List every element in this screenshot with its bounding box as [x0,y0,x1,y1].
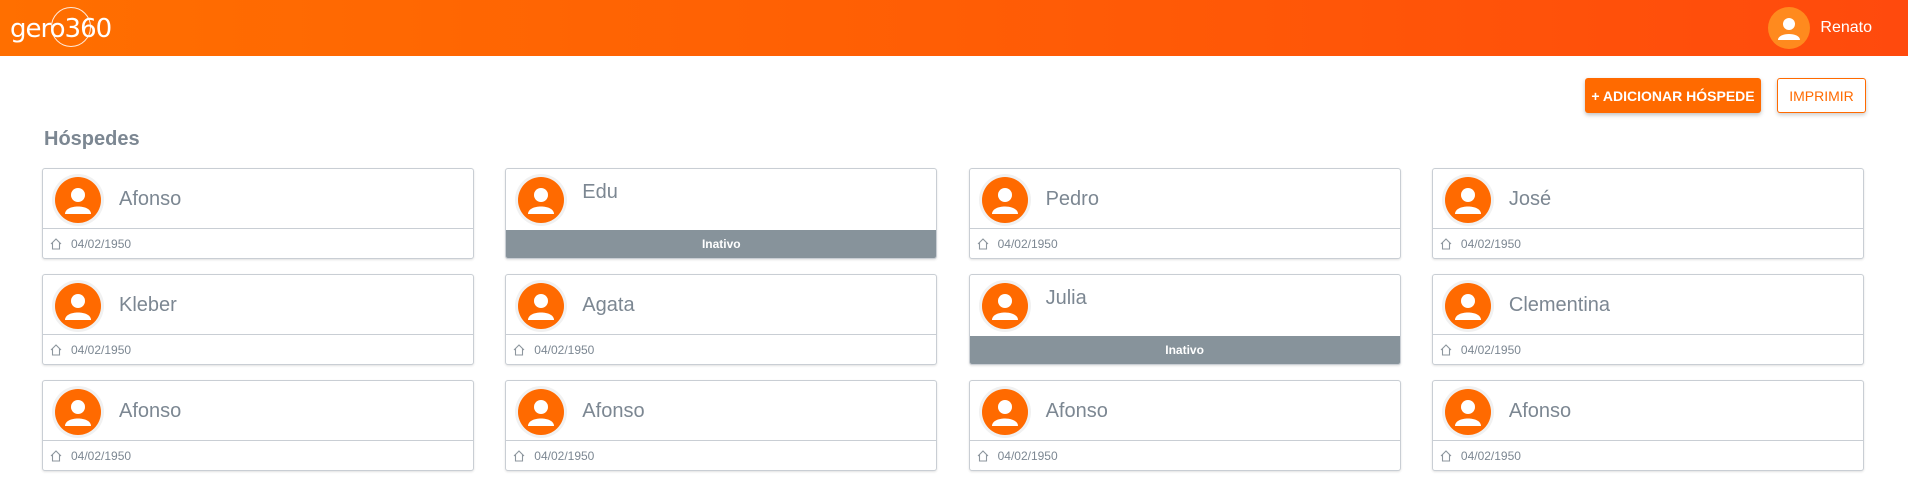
card-footer: 04/02/1950 [1432,440,1863,470]
guest-name: Kleber [119,294,177,316]
user-avatar-icon [981,283,1028,329]
card-footer: 04/02/1950 [1432,334,1863,364]
user-avatar-icon [55,283,101,329]
card-footer: 04/02/1950 [43,334,473,364]
page-title: Hóspedes [44,128,140,150]
guest-card[interactable]: Agata 04/02/1950 [505,274,938,365]
guest-date: 04/02/1950 [997,448,1058,463]
guest-date: 04/02/1950 [534,448,595,463]
user-avatar-icon [55,177,101,223]
guest-date: 04/02/1950 [71,342,132,357]
guest-name: José [1508,188,1552,210]
home-icon [1439,449,1453,463]
user-avatar-icon [1768,7,1811,49]
guest-card[interactable]: Afonso 04/02/1950 [968,380,1401,471]
guest-date: 04/02/1950 [1460,448,1521,463]
user-avatar-icon [1444,283,1491,329]
user-avatar-icon [1444,389,1491,435]
print-button[interactable]: IMPRIMIR [1777,78,1866,113]
guest-card[interactable]: Afonso 04/02/1950 [505,380,938,471]
card-footer: 04/02/1950 [43,228,473,258]
card-footer: 04/02/1950 [506,440,937,470]
guest-date: 04/02/1950 [71,236,132,251]
guest-name: Clementina [1508,294,1611,316]
guest-card[interactable]: Afonso 04/02/1950 [42,380,474,471]
guest-name: Afonso [119,400,182,422]
guest-name: Pedro [1045,188,1099,210]
guest-name: Afonso [1508,400,1572,422]
status-badge: Inativo [969,336,1400,364]
card-footer: 04/02/1950 [969,440,1400,470]
card-footer: 04/02/1950 [969,228,1400,258]
user-avatar-icon [518,389,565,435]
guest-name: Julia [1045,287,1087,309]
guest-name: Agata [582,294,635,316]
guest-name: Afonso [119,188,182,210]
home-icon [49,343,63,357]
user-avatar-icon [1444,177,1491,223]
guest-grid: Afonso 04/02/1950 Edu Inativo Pedro 04/02/195… [42,168,1866,471]
user-name: Renato [1820,19,1872,36]
user-avatar-icon [518,283,565,329]
guest-name: Afonso [582,400,645,422]
guest-card[interactable]: Afonso 04/02/1950 [42,168,474,259]
home-icon [976,237,990,251]
home-icon [49,449,63,463]
user-avatar-icon [981,389,1028,435]
guest-date: 04/02/1950 [71,448,132,463]
guest-date: 04/02/1950 [1460,236,1521,251]
add-guest-button[interactable]: + ADICIONAR HÓSPEDE [1585,78,1761,113]
guest-name: Edu [582,181,618,203]
guest-card[interactable]: Kleber 04/02/1950 [42,274,474,365]
guest-name: Afonso [1045,400,1108,422]
card-footer: 04/02/1950 [43,440,473,470]
home-icon [512,449,526,463]
guest-card[interactable]: Afonso 04/02/1950 [1431,380,1864,471]
card-footer: 04/02/1950 [506,334,937,364]
home-icon [512,343,526,357]
home-icon [1439,343,1453,357]
logo-circle [51,7,91,47]
guest-date: 04/02/1950 [997,236,1058,251]
app-logo[interactable]: gero360 [10,6,112,48]
guest-date: 04/02/1950 [1460,342,1521,357]
guest-date: 04/02/1950 [534,342,595,357]
guest-card[interactable]: Pedro 04/02/1950 [968,168,1401,259]
user-menu[interactable]: Renato [1768,6,1872,50]
home-icon [49,237,63,251]
home-icon [976,449,990,463]
guest-card[interactable]: Edu Inativo [505,168,938,259]
card-footer: 04/02/1950 [1432,228,1863,258]
user-avatar-icon [518,177,565,223]
guest-card[interactable]: José 04/02/1950 [1431,168,1864,259]
user-avatar-icon [981,177,1028,223]
guest-card[interactable]: Julia Inativo [968,274,1401,365]
user-avatar-icon [55,389,101,435]
top-bar: gero360 Renato [0,0,1908,56]
status-badge: Inativo [506,230,937,258]
guest-card[interactable]: Clementina 04/02/1950 [1431,274,1864,365]
home-icon [1439,237,1453,251]
